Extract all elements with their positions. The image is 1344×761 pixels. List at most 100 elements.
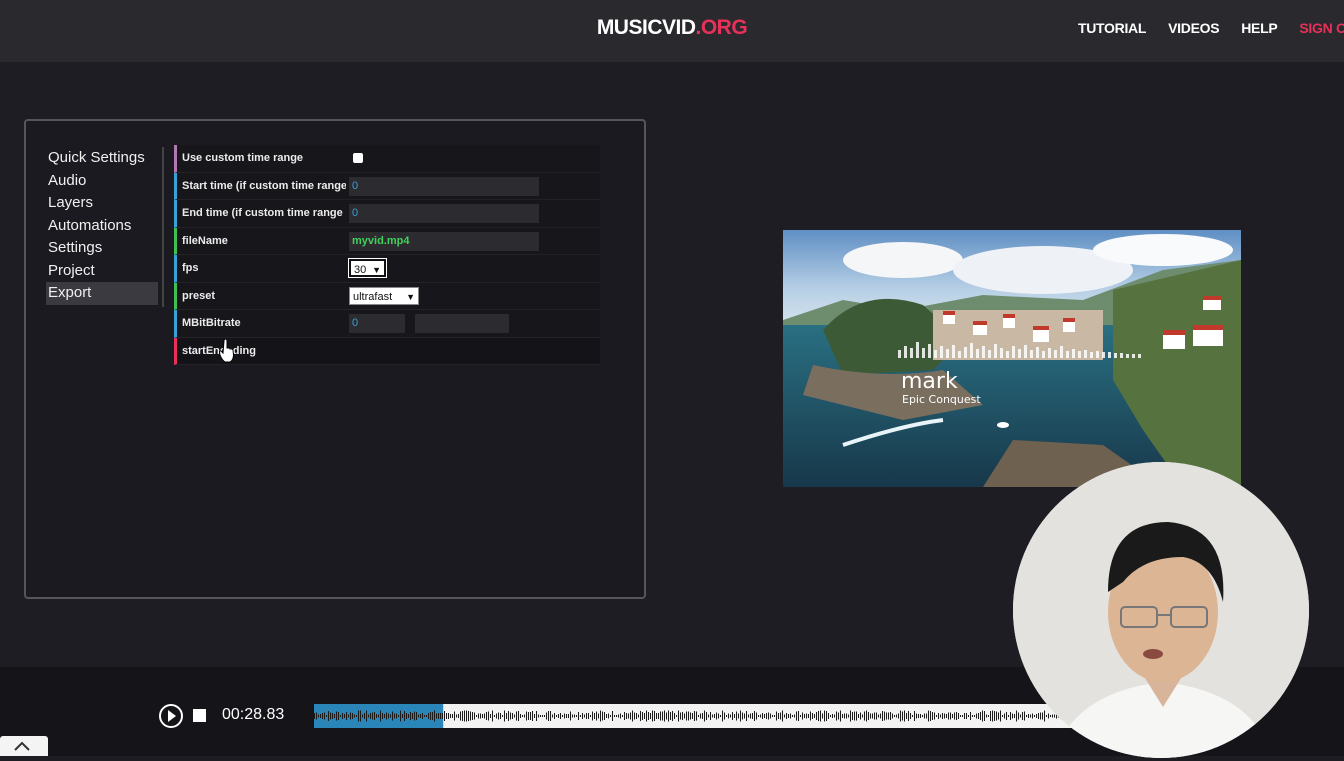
waveform-bar (888, 712, 889, 720)
row-fps: fps 30 ▼ (174, 255, 600, 283)
waveform-bar (436, 713, 437, 719)
chevron-down-icon: ▼ (406, 291, 415, 302)
fps-select[interactable]: 30 ▼ (348, 258, 387, 278)
waveform-bar (1048, 713, 1049, 719)
waveform-bar (442, 713, 443, 719)
waveform-bar (322, 713, 323, 719)
waveform-bar (580, 715, 581, 717)
waveform-bar (746, 711, 747, 721)
waveform-bar (480, 713, 481, 719)
waveform-bar (948, 712, 949, 720)
end-time-input[interactable]: 0 (349, 204, 539, 223)
preset-select[interactable]: ultrafast ▼ (349, 286, 419, 305)
waveform-bar (384, 714, 385, 718)
menu-item-export[interactable]: Export (46, 282, 158, 305)
waveform-bar (404, 711, 405, 721)
waveform-bar (710, 712, 711, 720)
waveform-bar (964, 713, 965, 719)
start-time-input[interactable]: 0 (349, 176, 539, 196)
waveform-bar (978, 713, 979, 719)
waveform-bar (446, 713, 447, 719)
waveform-bar (678, 710, 679, 722)
waveform-bar (646, 710, 647, 722)
waveform-bar (938, 713, 939, 719)
waveform-bar (482, 714, 483, 718)
waveform-bar (414, 711, 415, 721)
waveform-bar (416, 712, 417, 720)
waveform-bar (918, 714, 919, 718)
waveform-bar (556, 715, 557, 717)
waveform-bar (780, 712, 781, 720)
waveform-bar (1022, 712, 1023, 720)
waveform-bar (534, 714, 535, 718)
menu-item-layers[interactable]: Layers (46, 192, 162, 215)
waveform-bar (524, 714, 525, 718)
waveform-bar (486, 712, 487, 720)
start-encoding-button[interactable]: startEncoding (174, 337, 600, 365)
waveform-bar (424, 715, 425, 717)
play-icon[interactable] (159, 704, 183, 728)
waveform-bar (454, 711, 455, 721)
waveform-bar (394, 713, 395, 719)
export-settings-list: Use custom time range Start time (if cus… (174, 145, 600, 365)
waveform-bar (1014, 714, 1015, 718)
custom-time-range-checkbox[interactable] (353, 153, 363, 163)
waveform-bar (656, 713, 657, 719)
waveform-bar (750, 713, 751, 719)
waveform-bar (354, 714, 355, 718)
waveform-bar (618, 714, 619, 718)
waveform-bar (1000, 710, 1001, 722)
expand-panel-button[interactable] (0, 736, 48, 756)
waveform-bar (1052, 714, 1053, 718)
waveform-bar (976, 713, 977, 719)
waveform-bar (826, 711, 827, 721)
video-preview[interactable]: mark Epic Conquest (783, 230, 1241, 487)
waveform-bar (386, 712, 387, 720)
waveform-bar (932, 712, 933, 720)
waveform-bar (598, 713, 599, 719)
stop-icon[interactable] (193, 709, 206, 722)
waveform-bar (352, 713, 353, 719)
waveform-bar (898, 713, 899, 719)
nav-help-link[interactable]: HELP (1241, 20, 1277, 36)
waveform-bar (996, 711, 997, 721)
waveform-bar (928, 710, 929, 722)
waveform-bar (364, 713, 365, 719)
waveform-bar (850, 710, 851, 722)
waveform-bar (1026, 715, 1027, 717)
waveform-bar (894, 715, 895, 717)
nav-tutorial-link[interactable]: TUTORIAL (1078, 20, 1146, 36)
waveform-bar (338, 712, 339, 720)
waveform-bar (786, 713, 787, 719)
waveform-bar (756, 712, 757, 720)
waveform-timeline[interactable] (314, 704, 1074, 728)
waveform-bar (700, 713, 701, 719)
start-encoding-label: startEncoding (182, 344, 256, 357)
menu-item-project[interactable]: Project (46, 260, 162, 283)
waveform-bar (594, 713, 595, 719)
waveform-bar (874, 712, 875, 720)
waveform-bar (428, 713, 429, 719)
waveform-bar (858, 714, 859, 718)
waveform-bar (782, 710, 783, 722)
waveform-bar (522, 715, 523, 717)
mbitbitrate-slider[interactable] (415, 314, 509, 333)
waveform-bar (604, 712, 605, 720)
waveform-bar (514, 714, 515, 718)
filename-input[interactable]: myvid.mp4 (349, 231, 539, 251)
waveform-bar (688, 711, 689, 721)
waveform-bar (772, 715, 773, 717)
menu-item-audio[interactable]: Audio (46, 170, 162, 193)
menu-item-quick-settings[interactable]: Quick Settings (46, 147, 162, 170)
waveform-bar (478, 713, 479, 719)
menu-item-automations[interactable]: Automations (46, 215, 162, 238)
waveform-bar (542, 715, 543, 717)
waveform-bar (1016, 710, 1017, 722)
waveform-bar (926, 713, 927, 719)
nav-videos-link[interactable]: VIDEOS (1168, 20, 1219, 36)
preview-subtitle: Epic Conquest (902, 393, 981, 406)
nav-sign-out-link[interactable]: SIGN OUT (1299, 20, 1344, 36)
mbitbitrate-input[interactable]: 0 (349, 314, 405, 333)
waveform-bar (564, 713, 565, 719)
menu-item-settings[interactable]: Settings (46, 237, 162, 260)
